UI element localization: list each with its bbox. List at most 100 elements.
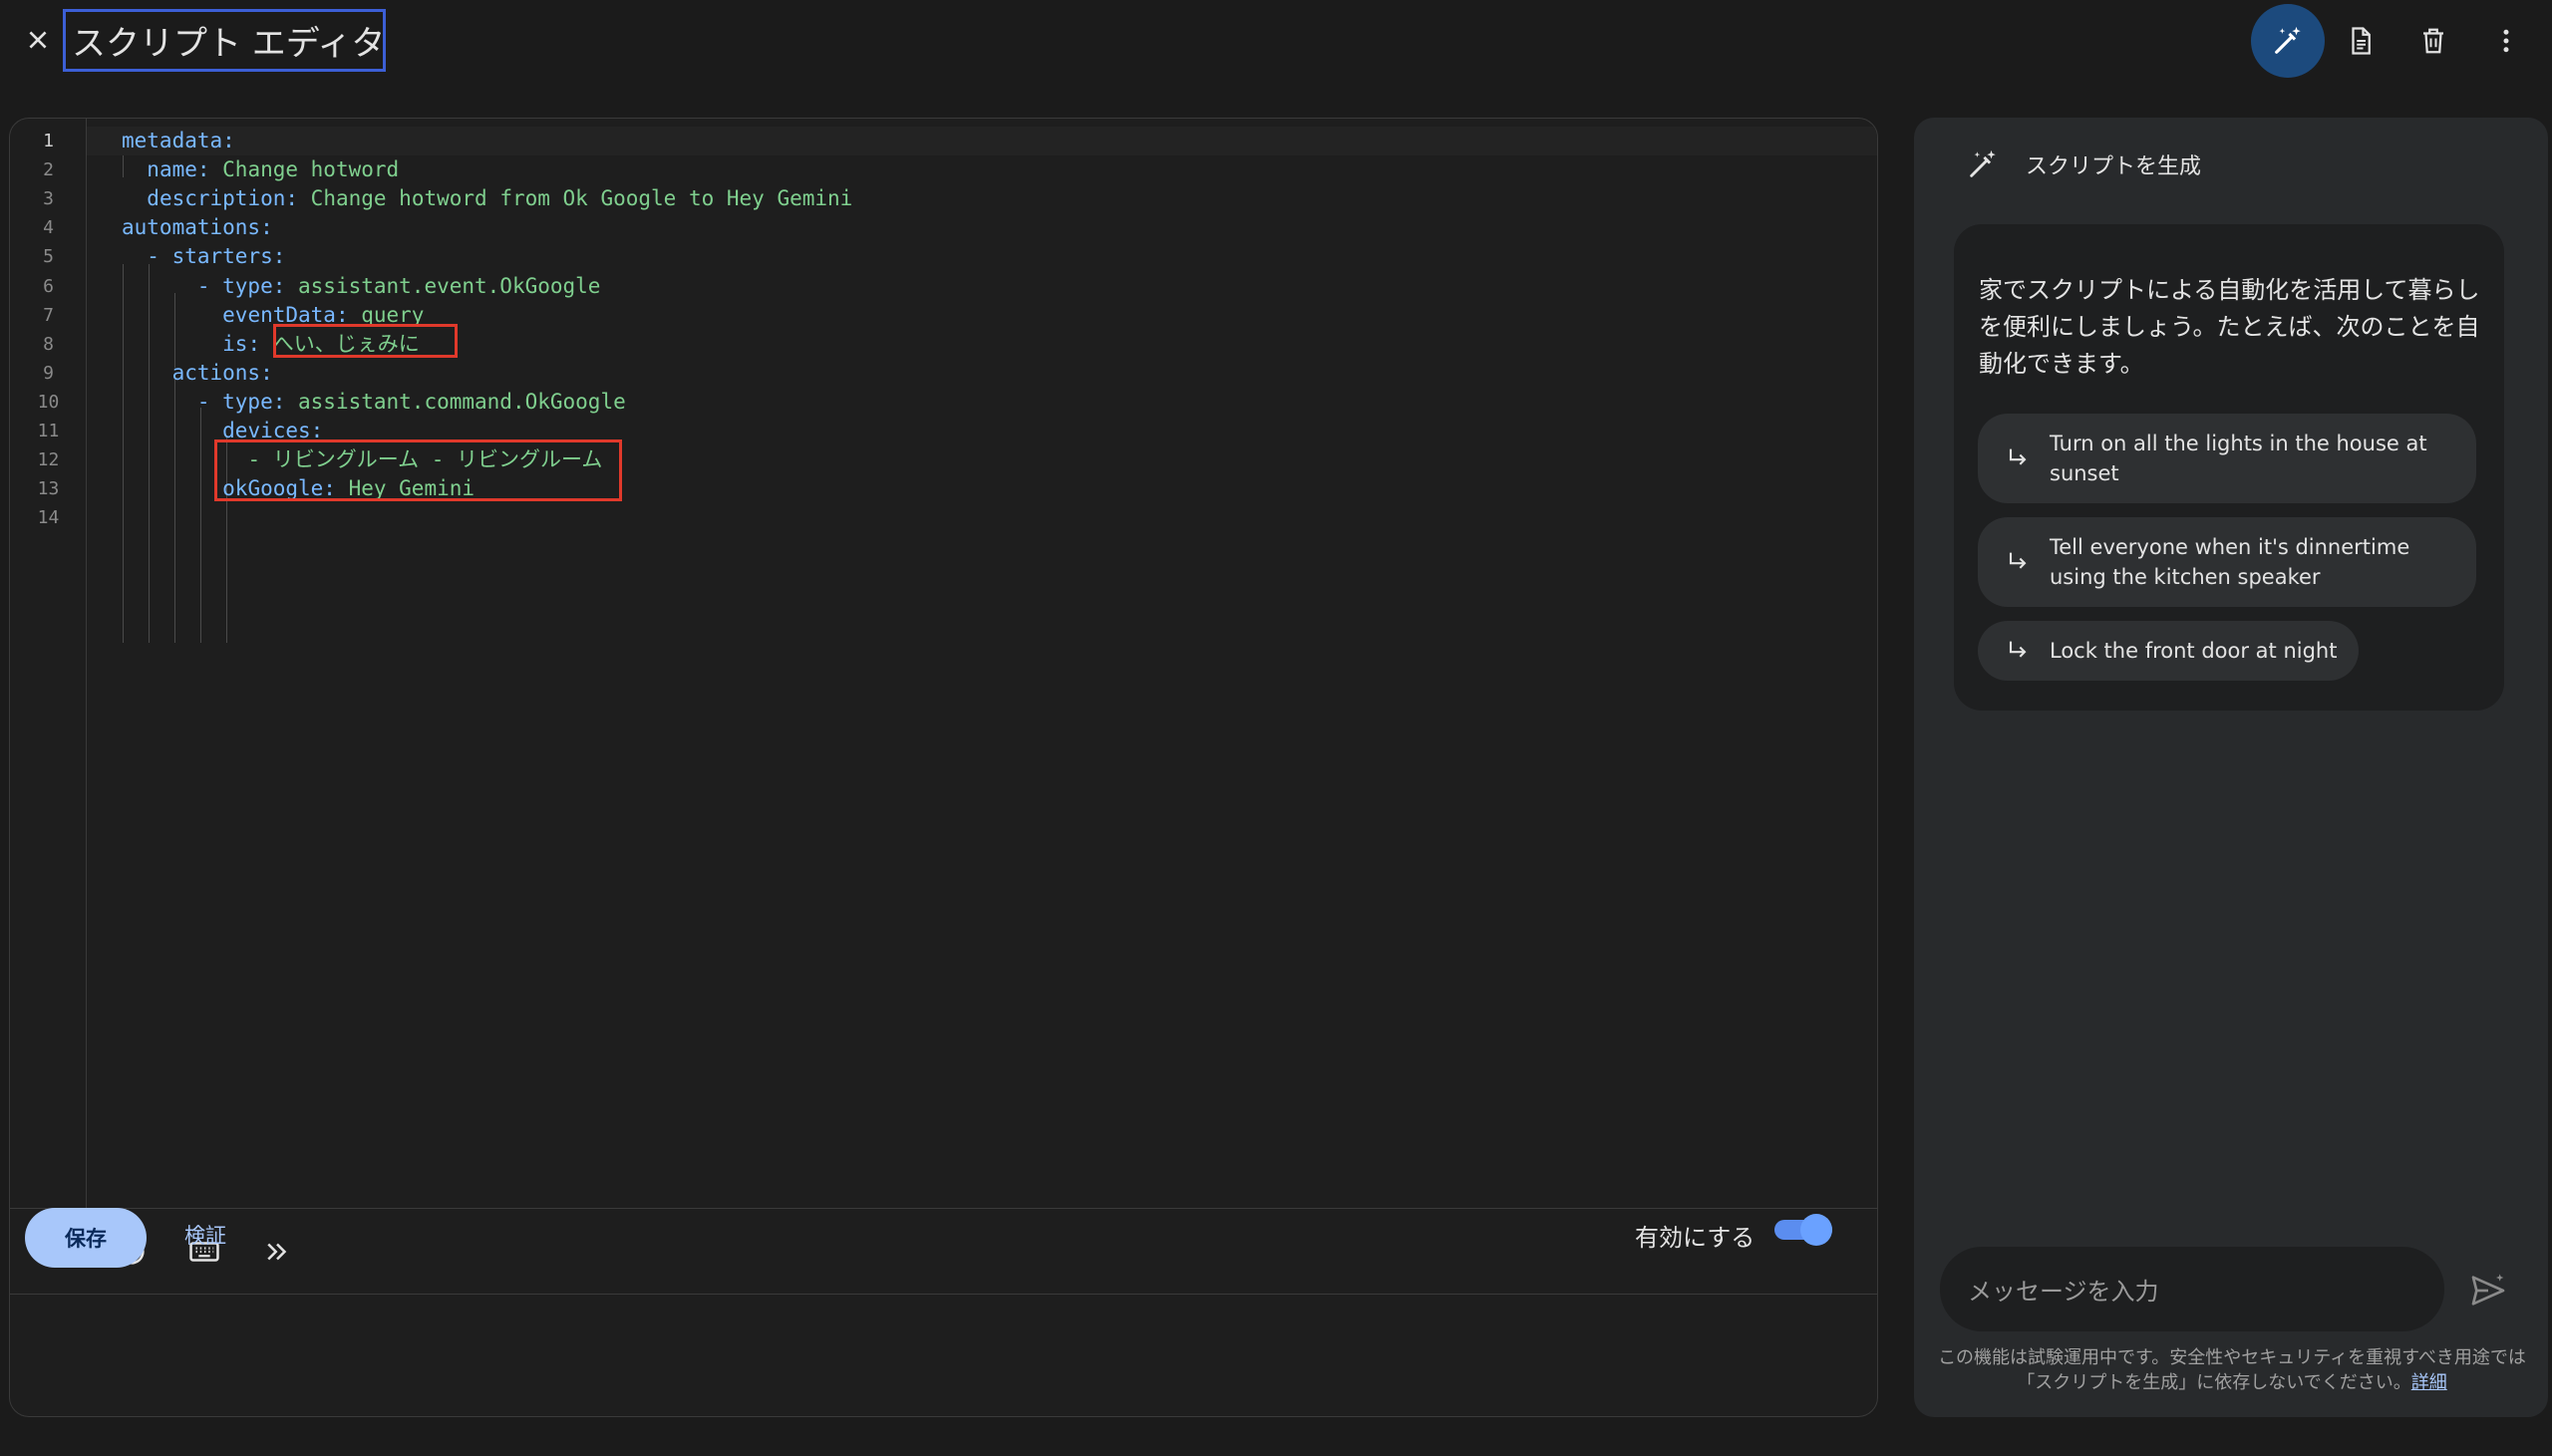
intro-text: 家でスクリプトによる自動化を活用して暮らしを便利にしましょう。たとえば、次のこと…	[1979, 276, 2480, 378]
suggestion-chip[interactable]: Tell everyone when it's dinnertime using…	[1978, 517, 2476, 607]
yaml-key: automations:	[122, 215, 273, 240]
line-number: 5	[43, 246, 54, 268]
reply-arrow-icon	[2009, 448, 2027, 465]
indent-guide	[226, 553, 227, 643]
yaml-key: - type:	[196, 273, 299, 298]
panel-header: スクリプトを生成	[1966, 147, 2201, 181]
line-number: 4	[43, 217, 54, 239]
close-icon	[29, 31, 47, 49]
yaml-key: metadata:	[122, 129, 235, 152]
line-number: 9	[43, 362, 54, 384]
line-number: 13	[37, 478, 60, 500]
suggestions-card: 家でスクリプトによる自動化を活用して暮らしを便利にしましょう。たとえば、次のこと…	[1954, 224, 2504, 711]
reply-arrow-icon	[2009, 641, 2027, 658]
send-button[interactable]	[2468, 1271, 2508, 1310]
code-text: name: Change hotword	[122, 155, 399, 184]
code-line[interactable]: 10 - type: assistant.command.OkGoogle	[38, 388, 1877, 417]
yaml-value: assistant.command.OkGoogle	[298, 389, 626, 414]
reply-arrow-icon	[2009, 552, 2027, 569]
enable-label: 有効にする	[1635, 1224, 1755, 1252]
suggestion-text: Tell everyone when it's dinnertime using…	[2050, 535, 2410, 589]
yaml-key: is:	[222, 331, 273, 356]
yaml-value: assistant.event.OkGoogle	[298, 273, 601, 298]
code-text: actions:	[122, 359, 273, 388]
line-number: 12	[37, 449, 60, 471]
highlight-box-devices	[214, 439, 622, 501]
suggestion-text: Turn on all the lights in the house at s…	[2050, 432, 2427, 485]
delete-button[interactable]	[2396, 4, 2470, 78]
enable-toggle[interactable]	[1774, 1212, 1832, 1246]
magic-pen-icon	[2275, 26, 2301, 54]
line-number: 7	[43, 304, 54, 326]
code-text: - starters:	[122, 242, 285, 271]
code-text: - type: assistant.command.OkGoogle	[122, 388, 626, 417]
disclaimer: この機能は試験運用中です。安全性やセキュリティを重視すべき用途では「スクリプトを…	[1938, 1345, 2526, 1395]
code-line[interactable]: 2 name: Change hotword	[43, 155, 1877, 184]
page-title: スクリプト エディタ	[72, 24, 386, 64]
yaml-value: query	[361, 302, 425, 327]
code-line[interactable]: 4 automations:	[43, 213, 1877, 242]
line-number: 10	[37, 391, 60, 413]
line-number: 2	[43, 159, 54, 181]
yaml-value: Change hotword from Ok Google to Hey Gem…	[310, 186, 853, 211]
line-number: 11	[37, 421, 60, 441]
document-icon	[2352, 27, 2371, 55]
toggle-knob	[1800, 1214, 1832, 1246]
message-input[interactable]: メッセージを入力	[1940, 1247, 2444, 1331]
send-icon	[2471, 1274, 2505, 1306]
script-editor: 1 metadata: 2 name: Change hotword 3 descri…	[9, 118, 1878, 1417]
verify-button[interactable]: 検証	[184, 1220, 226, 1250]
yaml-key: description:	[147, 186, 311, 211]
yaml-key: eventData:	[222, 302, 362, 327]
code-line[interactable]: 3 description: Change hotword from Ok Go…	[43, 184, 1877, 213]
line-number: 6	[43, 275, 54, 297]
yaml-key: name:	[147, 157, 223, 182]
highlight-box-hotword	[273, 324, 458, 358]
expand-button[interactable]	[254, 1229, 300, 1275]
line-number: 1	[43, 131, 54, 151]
more-options-button[interactable]	[2469, 4, 2543, 78]
code-line[interactable]: 14	[38, 503, 1877, 532]
learn-more-link[interactable]: 詳細	[2411, 1372, 2447, 1393]
code-line[interactable]: 6 - type: assistant.event.OkGoogle	[43, 272, 1877, 301]
generate-script-panel: スクリプトを生成 家でスクリプトによる自動化を活用して暮らしを便利にしましょう。…	[1914, 118, 2548, 1417]
code-line[interactable]: 9 actions:	[43, 359, 1877, 388]
yaml-key: - type:	[196, 389, 299, 414]
suggestion-text: Lock the front door at night	[2050, 639, 2338, 663]
suggestion-chip[interactable]: Lock the front door at night	[1978, 621, 2359, 681]
expand-icon	[267, 1243, 287, 1261]
code-text: - type: assistant.event.OkGoogle	[122, 272, 601, 301]
suggestion-chip[interactable]: Turn on all the lights in the house at s…	[1978, 414, 2476, 503]
script-title-field[interactable]: スクリプト エディタ	[63, 9, 386, 72]
code-area[interactable]: 1 metadata: 2 name: Change hotword 3 descri…	[38, 119, 1877, 1208]
code-line[interactable]: 5 - starters:	[43, 242, 1877, 271]
panel-title: スクリプトを生成	[2026, 154, 2202, 179]
more-vert-icon	[2503, 29, 2509, 53]
line-number: 14	[37, 507, 60, 529]
yaml-value: Change hotword	[222, 157, 400, 182]
code-line[interactable]: 1 metadata:	[43, 127, 1877, 155]
editor-toolbar	[10, 1208, 1877, 1295]
close-button[interactable]	[20, 22, 56, 58]
save-button[interactable]: 保存	[25, 1208, 147, 1268]
code-text: description: Change hotword from Ok Goog…	[122, 184, 852, 213]
yaml-key: actions:	[171, 360, 273, 385]
delete-icon	[2423, 28, 2443, 54]
generate-script-button[interactable]	[2251, 4, 2325, 78]
line-number: 8	[43, 333, 54, 355]
code-text: metadata:	[122, 127, 235, 155]
yaml-key: - starters:	[147, 244, 286, 269]
line-number: 3	[43, 188, 54, 210]
code-text: automations:	[122, 213, 273, 242]
magic-pen-icon	[1970, 149, 1996, 177]
document-button[interactable]	[2324, 4, 2397, 78]
